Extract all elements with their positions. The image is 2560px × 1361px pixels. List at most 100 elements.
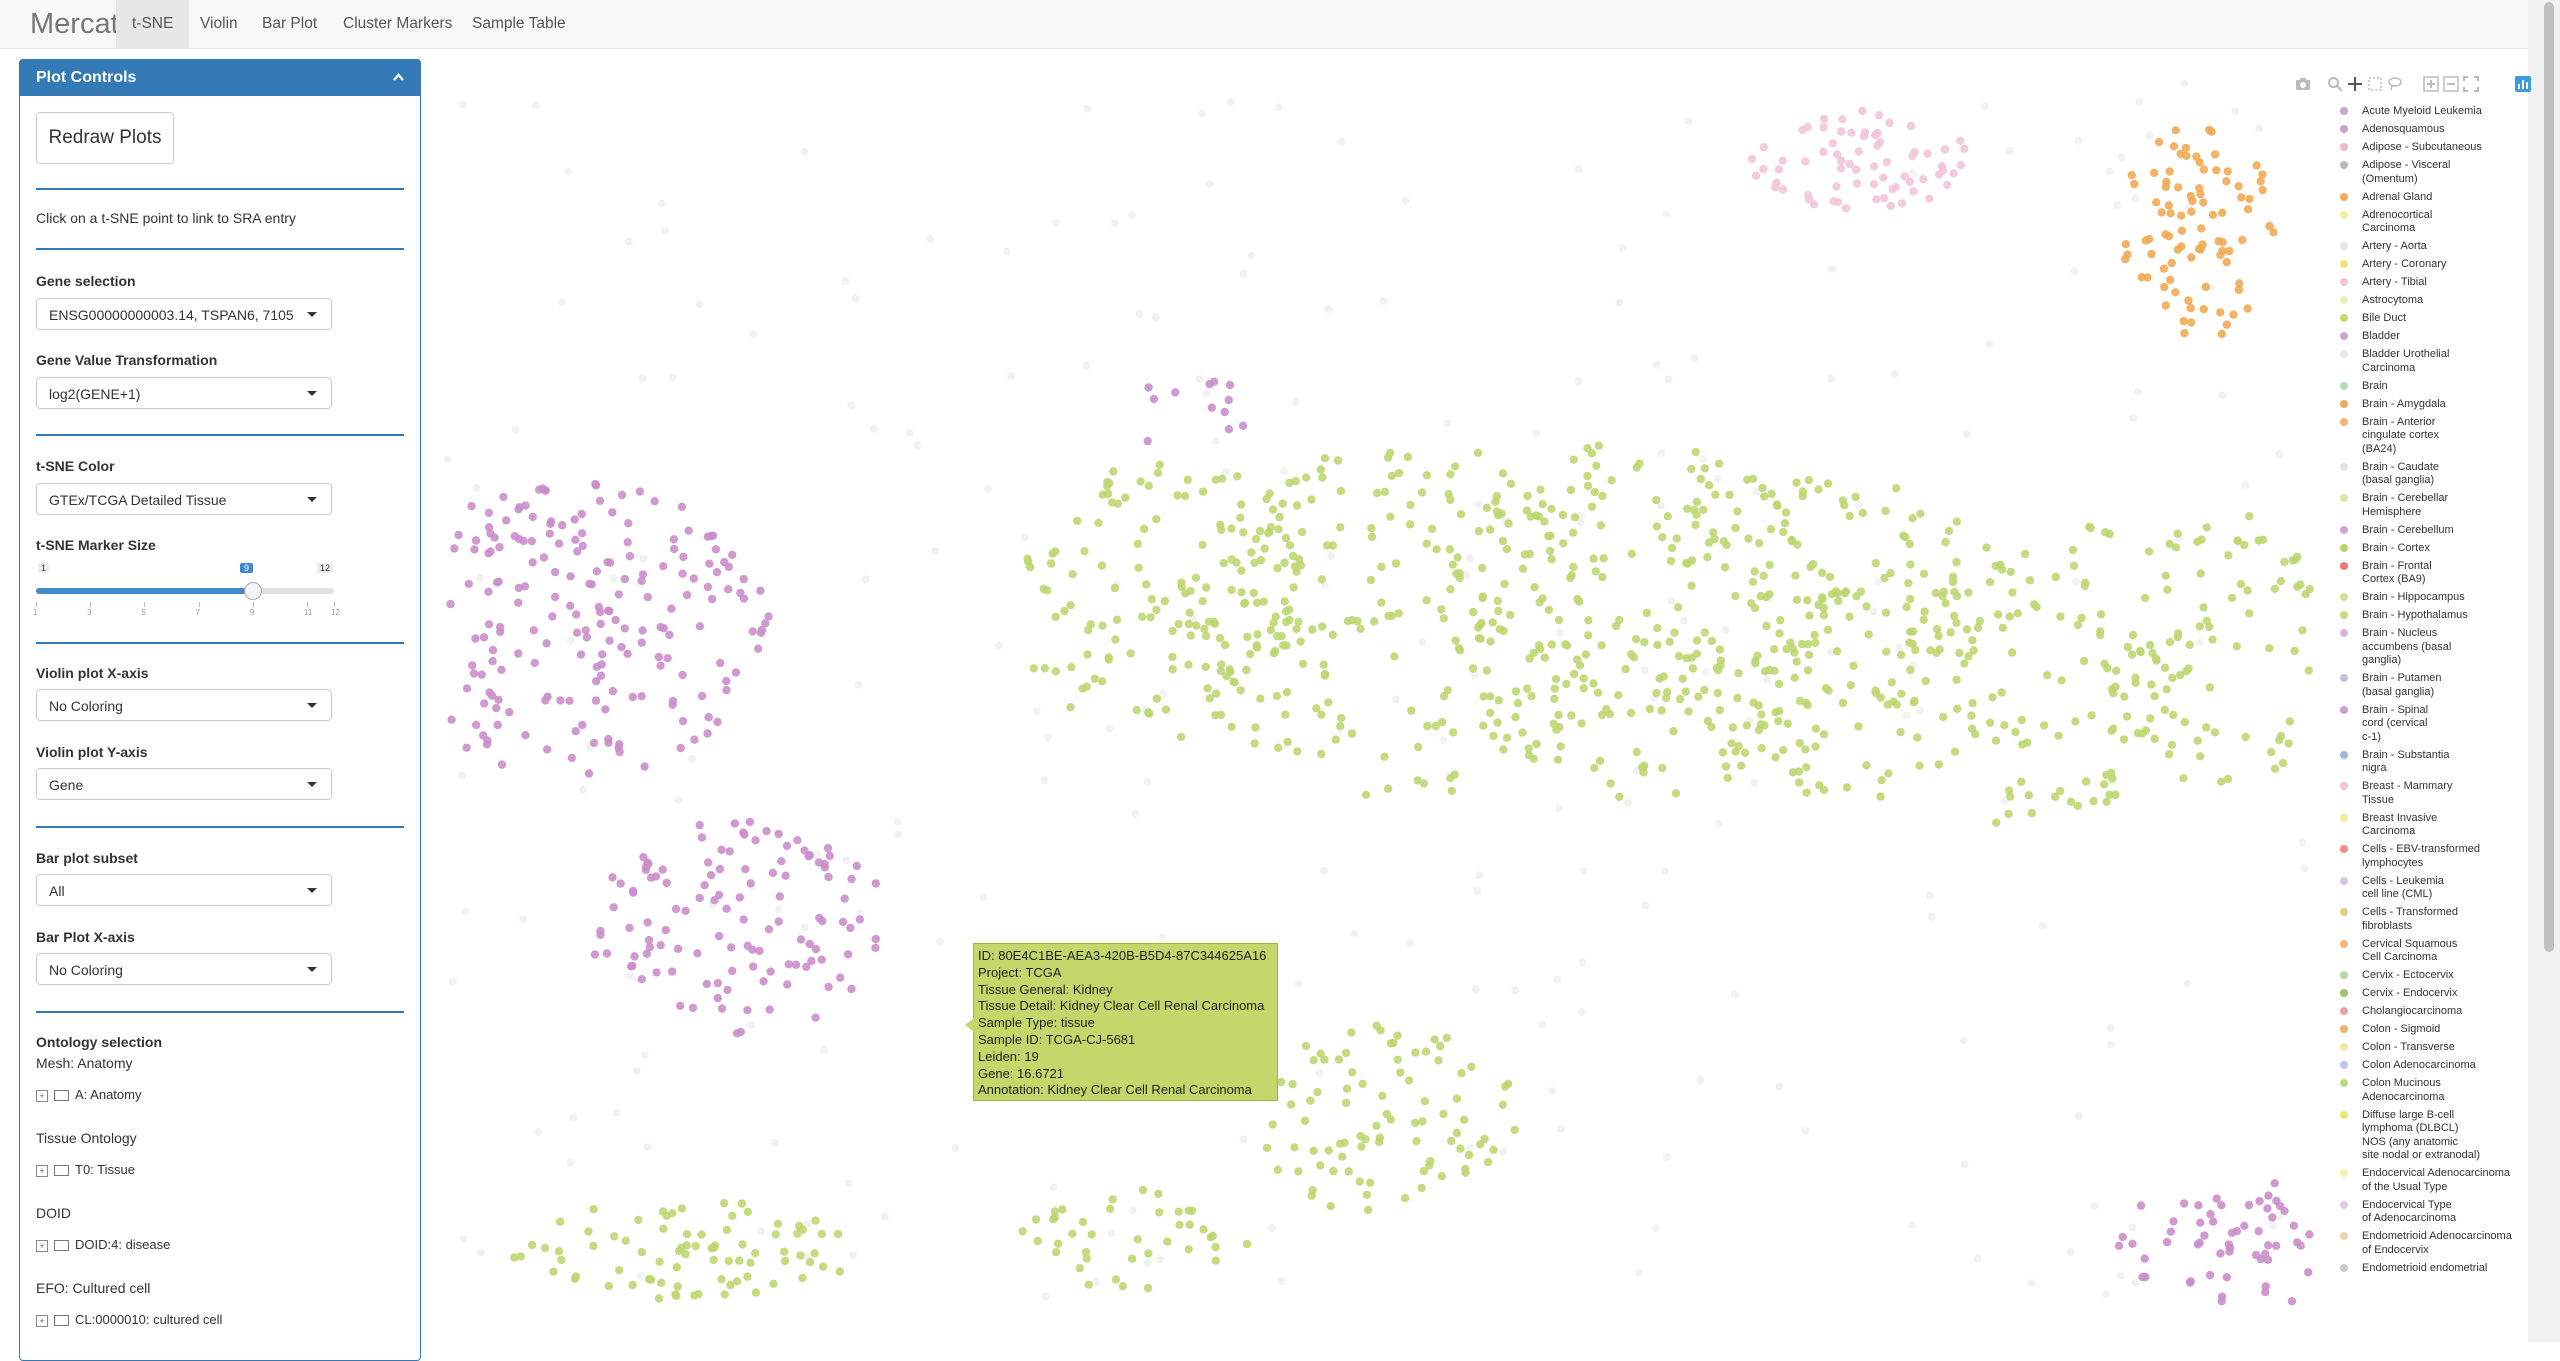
tsne-point[interactable] [1718,748,1728,757]
tsne-point[interactable] [1869,179,1879,189]
tsne-point[interactable] [494,695,503,704]
tsne-point[interactable] [1996,560,2005,569]
tsne-point[interactable] [1505,610,1515,620]
tsne-point[interactable] [847,401,856,410]
tsne-point[interactable] [2017,715,2027,725]
tsne-point[interactable] [1066,601,1075,610]
tsne-point[interactable] [1657,706,1666,715]
tsne-point[interactable] [476,573,485,582]
tsne-point[interactable] [2185,640,2194,649]
tsne-point[interactable] [1838,698,1848,708]
tsne-point[interactable] [2150,734,2159,743]
tsne-point[interactable] [1568,528,1578,537]
tsne-point[interactable] [2173,632,2182,642]
tsne-point[interactable] [668,696,678,706]
tsne-point[interactable] [2144,547,2154,556]
tsne-point[interactable] [825,851,834,860]
tsne-point[interactable] [844,1179,853,1188]
tsne-point[interactable] [1288,1080,1297,1089]
tsne-point[interactable] [2074,136,2083,145]
tsne-point[interactable] [2116,1271,2125,1280]
tsne-point[interactable] [846,923,855,933]
tsne-point[interactable] [695,820,704,830]
tsne-point[interactable] [1781,508,1791,517]
tsne-point[interactable] [1246,649,1255,659]
tsne-point[interactable] [1249,588,1258,598]
tsne-point[interactable] [2146,714,2155,723]
tsne-point[interactable] [2252,161,2261,170]
tsne-point[interactable] [608,686,618,696]
tsne-point[interactable] [2264,1191,2273,1200]
tsne-point[interactable] [820,1046,828,1055]
tissue-tree-node[interactable]: + T0: Tissue [36,1161,135,1179]
tsne-point[interactable] [1086,620,1095,629]
tsne-point[interactable] [1703,716,1713,726]
tsne-point[interactable] [1144,708,1153,717]
tsne-point[interactable] [1405,939,1414,947]
tsne-point[interactable] [1291,398,1300,407]
tsne-point[interactable] [1615,792,1624,801]
tsne-point[interactable] [1941,599,1950,608]
tsne-point[interactable] [2018,740,2027,749]
tsne-point[interactable] [2136,646,2145,656]
tsne-point[interactable] [737,1199,747,1208]
tsne-point[interactable] [1486,637,1495,646]
tsne-point[interactable] [1596,756,1605,766]
tsne-point[interactable] [2180,79,2189,88]
tsne-point[interactable] [705,559,714,568]
tsne-point[interactable] [637,975,647,984]
tsne-point[interactable] [2207,127,2216,136]
tsne-point[interactable] [1913,733,1922,742]
tsne-point[interactable] [1908,152,1917,161]
tsne-point[interactable] [1574,165,1583,174]
tsne-point[interactable] [1357,1142,1366,1151]
tsne-point[interactable] [1499,1147,1508,1156]
tsne-point[interactable] [2147,680,2156,689]
tsne-point[interactable] [1477,563,1487,573]
tsne-point[interactable] [2224,1240,2233,1249]
tsne-point[interactable] [2193,1240,2203,1249]
tsne-point[interactable] [549,1267,558,1276]
tsne-point[interactable] [1051,219,1060,228]
tsne-point[interactable] [1653,624,1662,633]
tsne-point[interactable] [2177,211,2186,220]
tsne-point[interactable] [2096,610,2106,619]
tsne-point[interactable] [1296,637,1305,646]
tsne-point[interactable] [811,1216,820,1225]
tsne-point[interactable] [1316,1161,1325,1170]
tsne-point[interactable] [2187,207,2196,216]
tsne-point[interactable] [2222,320,2231,329]
tab-cluster-markers[interactable]: Cluster Markers [327,0,468,48]
tsne-point[interactable] [628,1280,637,1290]
tsne-point[interactable] [2020,549,2030,559]
tsne-point[interactable] [1581,650,1591,659]
tsne-point[interactable] [1422,596,1431,605]
legend-item[interactable]: Brain - Putamen (basal ganglia) [2335,672,2515,699]
tsne-point[interactable] [1218,474,1227,483]
tsne-point[interactable] [2176,670,2185,680]
tsne-point[interactable] [1518,564,1528,573]
legend-item[interactable]: Brain - Amygdala [2335,398,2515,412]
tsne-point[interactable] [2205,683,2215,692]
tsne-point[interactable] [1174,619,1183,629]
tsne-point[interactable] [2174,183,2183,192]
tsne-point[interactable] [1842,783,1852,792]
tsne-point[interactable] [2039,921,2047,930]
tsne-point[interactable] [1952,557,1961,567]
tsne-point[interactable] [1132,705,1141,715]
tsne-point[interactable] [539,553,549,562]
tsne-point[interactable] [764,612,773,621]
tsne-point[interactable] [2208,210,2218,220]
tsne-point[interactable] [2138,1272,2147,1282]
tsne-point[interactable] [464,579,473,589]
tsne-point[interactable] [1757,710,1766,719]
tsne-point[interactable] [1443,419,1452,428]
tsne-point[interactable] [1688,664,1698,673]
tsne-point[interactable] [1040,664,1050,673]
tsne-point[interactable] [2082,777,2091,786]
tsne-point[interactable] [1327,551,1336,560]
tsne-point[interactable] [2099,780,2109,789]
tsne-point[interactable] [717,1004,727,1013]
tsne-point[interactable] [2237,193,2246,202]
camera-icon[interactable] [2295,76,2311,92]
